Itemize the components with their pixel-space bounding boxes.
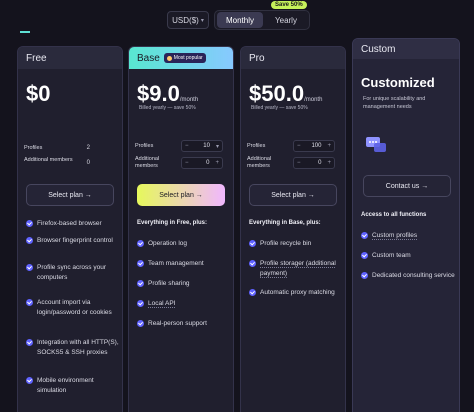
check-circle-icon [249,240,256,247]
plan-header: Pro [241,47,345,69]
members-value: 0 [206,160,210,166]
check-circle-icon [137,280,144,287]
plan-price: $9.0/month [137,81,199,106]
check-circle-icon [26,264,33,271]
plan-name: Free [26,52,47,64]
toggle-monthly[interactable]: Monthly [217,12,263,28]
plan-header: Free [18,47,122,69]
profiles-stepper[interactable]: − 10 ▾ [181,140,223,152]
check-circle-icon [137,260,144,267]
profiles-value: 10 [203,143,210,149]
check-circle-icon [26,237,33,244]
plan-price: $50.0/month [249,81,323,106]
members-row: Additional members [135,156,181,170]
plan-name: Base [137,52,160,64]
profiles-value: 100 [311,143,322,149]
most-popular-badge: Most popular [163,53,206,63]
plan-title: Customized [361,75,435,90]
plan-header: Base Most popular [129,47,233,69]
profiles-label: Profiles [247,143,266,149]
members-label: Additional members [135,156,160,169]
section-title: Access to all functions [361,212,427,218]
chat-bubbles-icon [366,137,386,152]
minus-icon[interactable]: − [185,160,189,166]
plan-name: Custom [361,43,396,55]
minus-icon[interactable]: − [297,160,301,166]
profiles-label: Profiles [24,145,43,151]
check-circle-icon [249,260,256,267]
plus-icon[interactable]: + [327,160,331,166]
chevron-down-icon[interactable]: ▾ [216,143,219,150]
check-circle-icon [361,232,368,239]
save-badge: Save 50% [271,1,307,9]
section-title: Everything in Base, plus: [249,220,321,226]
check-circle-icon [137,240,144,247]
profiles-value: 2 [86,145,90,151]
toggle-yearly[interactable]: Yearly [263,12,309,28]
price-period: /month [304,97,323,103]
check-circle-icon [137,320,144,327]
contact-us-button[interactable]: Contact us → [363,175,451,197]
billed-note: Billed yearly — save 50% [139,105,196,111]
profiles-row: Profiles 2 [24,145,118,152]
profiles-label: Profiles [135,143,154,149]
plus-icon[interactable]: + [215,160,219,166]
currency-select[interactable]: USD($) ▾ [167,11,209,29]
members-label: Additional members [247,156,272,169]
plan-name: Pro [249,52,265,64]
price-period: /month [179,97,199,103]
select-plan-button[interactable]: Select plan → [26,184,114,206]
members-row: Additional members [24,157,74,164]
plan-card-base: Base Most popular $9.0/month Billed year… [128,46,234,412]
select-plan-button[interactable]: Select plan → [137,184,225,206]
members-stepper[interactable]: − 0 + [181,157,223,169]
plan-card-pro: Pro $50.0/month Billed yearly — save 50%… [240,46,346,412]
check-circle-icon [26,339,33,346]
check-circle-icon [26,299,33,306]
sparkle-icon [166,55,172,61]
pricing-header: USD($) ▾ Monthly Yearly Save 50% [0,0,474,36]
plan-card-free: Free $0 Profiles 2 Additional members 0 … [17,46,123,412]
select-plan-button[interactable]: Select plan → [249,184,337,206]
profiles-stepper[interactable]: − 100 + [293,140,335,152]
members-stepper[interactable]: − 0 + [293,157,335,169]
members-label: Additional members [24,157,73,163]
minus-icon[interactable]: − [185,143,189,149]
chevron-down-icon: ▾ [200,17,204,24]
members-row: Additional members [247,156,293,170]
section-title: Everything in Free, plus: [137,220,208,226]
plus-icon[interactable]: + [327,143,331,149]
plan-card-custom: Custom Customized For unique scalability… [352,38,460,412]
check-circle-icon [26,220,33,227]
currency-label: USD($) [172,15,199,25]
check-circle-icon [361,252,368,259]
check-circle-icon [249,289,256,296]
accent-dash [20,31,30,33]
check-circle-icon [361,272,368,279]
plan-price: $0 [26,81,51,106]
members-value: 0 [86,160,90,166]
billed-note: Billed yearly — save 50% [251,105,308,111]
members-value: 0 [318,160,322,166]
billing-toggle[interactable]: Monthly Yearly [214,10,310,30]
check-circle-icon [137,300,144,307]
plan-header: Custom [353,39,459,59]
minus-icon[interactable]: − [297,143,301,149]
check-circle-icon [26,377,33,384]
plan-subtitle: For unique scalability and management ne… [363,96,426,110]
